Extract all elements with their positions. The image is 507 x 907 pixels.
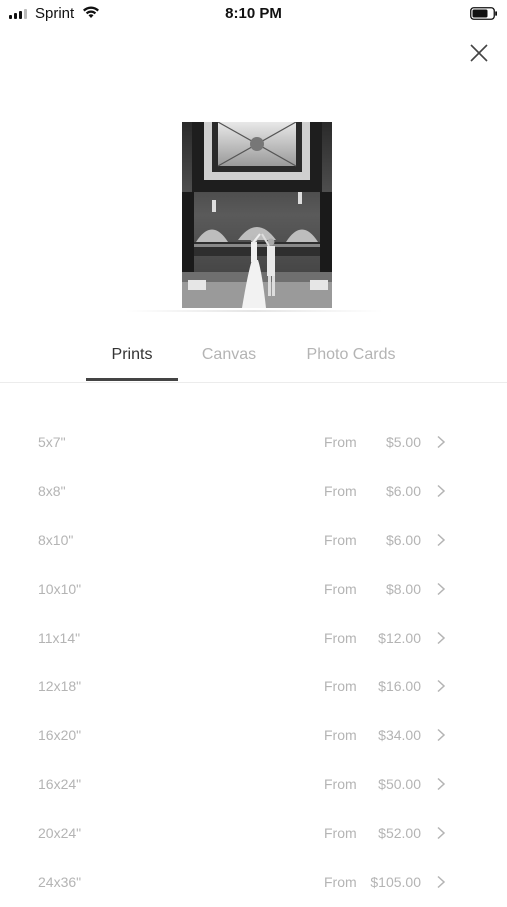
status-bar: Sprint 8:10 PM bbox=[0, 0, 507, 28]
tab-prints[interactable]: Prints bbox=[86, 330, 178, 380]
photo-preview-image bbox=[182, 122, 332, 308]
price-label: $16.00 bbox=[378, 678, 421, 695]
size-label: 24x36" bbox=[38, 874, 82, 891]
price-label: $8.00 bbox=[385, 580, 421, 597]
price-label: $52.00 bbox=[378, 825, 421, 842]
active-tab-indicator bbox=[86, 378, 178, 381]
size-label: 11x14" bbox=[38, 629, 81, 646]
chevron-right-icon bbox=[437, 680, 446, 693]
chevron-right-icon bbox=[437, 729, 446, 742]
from-label: From bbox=[324, 825, 357, 842]
tab-label: Prints bbox=[111, 346, 153, 363]
size-label: 8x8" bbox=[38, 482, 66, 499]
product-tabs: Prints Canvas Photo Cards bbox=[0, 330, 507, 383]
tab-label: Photo Cards bbox=[306, 346, 396, 363]
from-label: From bbox=[324, 874, 357, 891]
battery-icon bbox=[470, 7, 497, 20]
list-item[interactable]: 12x18" From $16.00 bbox=[0, 662, 507, 711]
from-label: From bbox=[324, 580, 357, 597]
chevron-right-icon bbox=[437, 631, 446, 644]
from-label: From bbox=[324, 482, 357, 499]
size-label: 5x7" bbox=[38, 434, 66, 450]
chevron-right-icon bbox=[437, 582, 446, 595]
list-item[interactable]: 8x8" From $6.00 bbox=[0, 467, 507, 516]
list-item[interactable]: 20x24" From $52.00 bbox=[0, 809, 507, 858]
price-label: $6.00 bbox=[385, 482, 421, 499]
chevron-right-icon bbox=[437, 435, 446, 449]
preview-shadow bbox=[124, 310, 384, 312]
price-label: $34.00 bbox=[378, 727, 421, 744]
price-label: $50.00 bbox=[378, 776, 421, 793]
list-item[interactable]: 10x10" From $8.00 bbox=[0, 565, 507, 614]
price-label: $5.00 bbox=[385, 434, 421, 450]
from-label: From bbox=[324, 434, 357, 450]
size-label: 20x24" bbox=[38, 825, 82, 842]
from-label: From bbox=[324, 727, 357, 744]
close-icon bbox=[470, 44, 488, 62]
price-label: $105.00 bbox=[370, 874, 421, 891]
list-item[interactable]: 16x24" From $50.00 bbox=[0, 760, 507, 809]
list-item[interactable]: 5x7" From $5.00 bbox=[0, 418, 507, 467]
tab-photo-cards[interactable]: Photo Cards bbox=[292, 330, 410, 380]
photo-preview bbox=[182, 122, 332, 308]
size-label: 16x24" bbox=[38, 776, 82, 793]
size-list: 5x7" From $5.00 8x8" From $6.00 8x10" Fr… bbox=[0, 418, 507, 907]
tab-label: Canvas bbox=[201, 346, 257, 363]
chevron-right-icon bbox=[437, 484, 446, 497]
chevron-right-icon bbox=[437, 827, 446, 840]
status-time: 8:10 PM bbox=[225, 5, 282, 22]
chevron-right-icon bbox=[437, 778, 446, 791]
size-label: 8x10" bbox=[38, 531, 74, 548]
tab-canvas[interactable]: Canvas bbox=[186, 330, 272, 380]
list-item[interactable]: 16x20" From $34.00 bbox=[0, 711, 507, 760]
close-button[interactable] bbox=[466, 40, 492, 66]
list-item[interactable]: 11x14" From $12.00 bbox=[0, 614, 507, 663]
chevron-right-icon bbox=[437, 875, 446, 889]
price-label: $12.00 bbox=[378, 629, 421, 646]
price-label: $6.00 bbox=[385, 531, 421, 548]
size-label: 12x18" bbox=[38, 678, 82, 695]
from-label: From bbox=[324, 678, 357, 695]
list-item[interactable]: 8x10" From $6.00 bbox=[0, 516, 507, 565]
from-label: From bbox=[324, 776, 357, 793]
from-label: From bbox=[324, 531, 357, 548]
chevron-right-icon bbox=[437, 533, 446, 546]
size-label: 16x20" bbox=[38, 727, 82, 744]
from-label: From bbox=[324, 629, 357, 646]
size-label: 10x10" bbox=[38, 580, 82, 597]
